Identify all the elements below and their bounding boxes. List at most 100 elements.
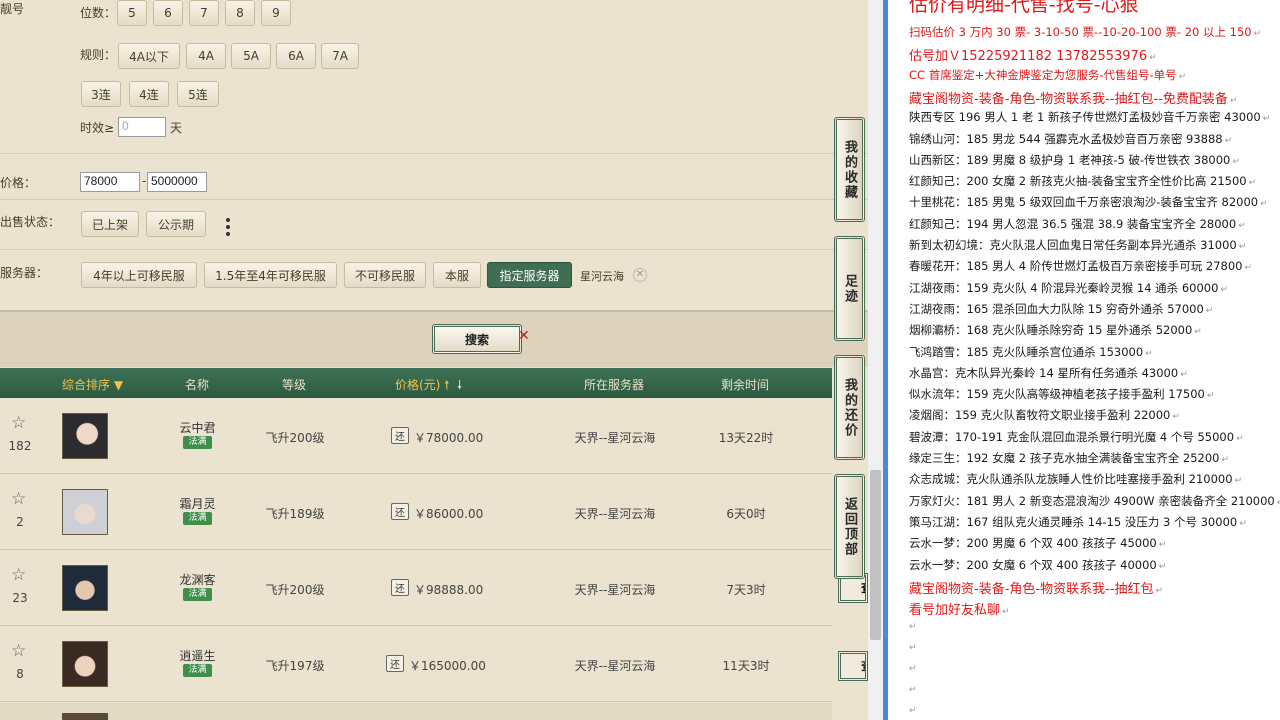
consecutive-4-button[interactable]: 4连 [129, 81, 169, 107]
bargain-icon[interactable]: 还 [391, 503, 409, 520]
note-text: 众志成城：克火队通杀队龙族睡人性价比哇塞接手盈利 210000 [909, 472, 1233, 487]
avatar[interactable] [62, 641, 108, 687]
rule-4a-below-button[interactable]: 4A以下 [118, 43, 180, 69]
note-text: CC 首席鉴定+大神金牌鉴定为您服务-代售组号-单号 [909, 67, 1177, 82]
favorite-star-icon[interactable]: ☆ [11, 413, 26, 433]
character-level: 飞升197级 [265, 659, 325, 673]
server-this-button[interactable]: 本服 [433, 262, 481, 288]
note-text: 新到太初幻境：克火队混人回血鬼日常任务副本异光通杀 31000 [909, 238, 1237, 252]
paragraph-mark-icon: ↵ [1229, 95, 1238, 106]
consecutive-3-button[interactable]: 3连 [81, 81, 121, 107]
avatar[interactable] [62, 565, 108, 611]
validity-label: 时效≥ [80, 121, 115, 135]
table-row[interactable]: ☆ 8 逍遥生 法满 飞升197级 还 ￥165000.00 天界--星河云海 … [0, 627, 868, 702]
note-line: 锦绣山河：185 男龙 544 强霹克水孟极妙音百万亲密 93888 ↵ [909, 131, 1232, 147]
back-to-top-button[interactable]: 返回顶部 [834, 474, 865, 579]
paragraph-mark-icon: ↵ [1244, 263, 1253, 274]
paragraph-mark-icon: ↵ [1180, 369, 1188, 380]
server-specific-button[interactable]: 指定服务器 [487, 262, 572, 288]
paragraph-mark-icon: ↵ [1205, 305, 1214, 316]
rule-7a-button[interactable]: 7A [321, 43, 359, 69]
footprints-button[interactable]: 足迹 [834, 236, 865, 341]
server-value: 天界--星河云海 [574, 507, 656, 521]
digits-7-button[interactable]: 7 [189, 0, 219, 26]
rule-6a-button[interactable]: 6A [276, 43, 316, 69]
note-line: 云水一梦：200 女魔 6 个双 400 孩孩子 40000 ↵ [909, 557, 1166, 573]
character-level: 飞升200级 [265, 583, 325, 597]
time-left: 11天3时 [722, 659, 770, 673]
server-non-migrate-button[interactable]: 不可移民服 [344, 262, 426, 288]
bargain-icon[interactable]: 还 [391, 427, 409, 444]
status-listed-button[interactable]: 已上架 [81, 211, 139, 237]
price-header[interactable]: 价格(元) 🠕 🠗 [395, 376, 462, 397]
time-left: 13天22时 [718, 431, 774, 445]
table-header: 综合排序 ▼ 名称 等级 价格(元) 🠕 🠗 所在服务器 剩余时间 [0, 368, 832, 398]
paragraph-mark-icon: ↵ [1239, 518, 1247, 529]
view-button[interactable]: 查 [838, 651, 868, 681]
favorite-star-icon[interactable]: ☆ [11, 565, 26, 585]
note-line: 缘定三生：192 女魔 2 孩子克水抽全满装备宝宝齐全 25200 ↵ [909, 450, 1229, 466]
sort-header[interactable]: 综合排序 ▼ [62, 376, 123, 393]
notes-panel: 估价有明细-代售-找号-心狠 扫码估价 3 万内 30 票- 3-10-50 票… [888, 0, 1280, 720]
consecutive-5-button[interactable]: 5连 [177, 81, 219, 107]
character-level: 飞升189级 [265, 507, 325, 521]
server-4year-button[interactable]: 4年以上可移民服 [81, 262, 197, 288]
status-badge: 法满 [183, 512, 212, 525]
more-options-icon[interactable] [224, 217, 232, 241]
paragraph-mark-icon: ↵ [1155, 585, 1164, 596]
search-button[interactable]: 搜索 [432, 324, 522, 354]
paragraph-mark-icon: ↵ [1253, 29, 1262, 39]
note-line: 春暖花开：185 男人 4 阶传世燃灯孟极百万亲密接手可玩 27800 ↵ [909, 258, 1252, 274]
server-1-5year-button[interactable]: 1.5年至4年可移民服 [204, 262, 337, 288]
note-text: 云水一梦：200 男魔 6 个双 400 孩孩子 45000 [909, 536, 1157, 551]
close-icon[interactable]: ✕ [518, 328, 530, 344]
avatar[interactable] [62, 489, 108, 535]
digits-8-button[interactable]: 8 [225, 0, 255, 26]
sort-down-arrow-icon[interactable]: 🠗 [457, 378, 462, 392]
scrollbar-thumb[interactable] [870, 470, 881, 640]
paragraph-mark-icon: ↵ [1221, 455, 1230, 465]
note-text: 云水一梦：200 女魔 6 个双 400 孩孩子 40000 [909, 557, 1157, 572]
character-name[interactable]: 逍遥生 [150, 647, 245, 664]
time-header: 剩余时间 [721, 378, 770, 392]
character-name[interactable]: 霜月灵 [150, 495, 245, 512]
my-favorites-button[interactable]: 我的收藏 [834, 117, 865, 222]
validity-input[interactable]: 0 [118, 117, 166, 137]
bargain-icon[interactable]: 还 [391, 579, 409, 596]
bargain-icon[interactable]: 还 [386, 655, 404, 672]
paragraph-mark-icon: ↵ [1262, 114, 1271, 125]
price-max-input[interactable]: 5000000 [147, 172, 207, 192]
digits-6-button[interactable]: 6 [153, 0, 183, 26]
my-bargains-button[interactable]: 我的还价 [834, 355, 865, 460]
note-line: 策马江湖：167 组队克火通灵睡杀 14-15 没压力 3 个号 30000 ↵ [909, 514, 1247, 530]
note-text: 十里桃花：185 男鬼 5 级双回血千万亲密浪淘沙-装备宝宝齐 82000 [909, 195, 1259, 210]
rule-5a-button[interactable]: 5A [231, 43, 271, 69]
table-row[interactable]: ☆ 23 龙渊客 法满 飞升200级 还 ￥98888.00 天界--星河云海 … [0, 551, 832, 626]
sort-up-icon[interactable]: 🠕 [444, 378, 449, 392]
note-text: 山西新区：189 男魔 8 级护身 1 老神孩-5 破-传世铁衣 38000 [909, 152, 1231, 167]
note-line: 凌烟阁：159 克火队畜牧符文职业接手盈利 22000 ↵ [909, 407, 1180, 423]
price-min-input[interactable]: 78000 [80, 172, 140, 192]
note-text: 红颜知己：200 女魔 2 新孩克火抽-装备宝宝齐全性价比高 21500 [909, 174, 1247, 189]
note-text: 碧波潭：170-191 克金队混回血混杀景行明光魔 4 个号 55000 [909, 429, 1235, 444]
note-line: 看号加好友私聊 ↵ [909, 599, 1010, 618]
status-public-button[interactable]: 公示期 [146, 211, 206, 237]
avatar[interactable] [62, 413, 108, 459]
paragraph-mark-icon: ↵ [1260, 199, 1268, 210]
paragraph-mark-icon: ↵ [1172, 412, 1180, 423]
character-name[interactable]: 龙渊客 [150, 571, 245, 588]
paragraph-mark-icon: ↵ [1238, 220, 1246, 231]
note-line: 众志成城：克火队通杀队龙族睡人性价比哇塞接手盈利 210000 ↵ [909, 471, 1242, 487]
digits-5-button[interactable]: 5 [117, 0, 147, 26]
server-label: 服务器： [0, 266, 49, 280]
sale-status-label: 出售状态： [0, 215, 61, 229]
favorite-star-icon[interactable]: ☆ [11, 641, 26, 661]
character-name[interactable]: 云中君 [150, 419, 245, 436]
favorite-star-icon[interactable]: ☆ [11, 489, 26, 509]
digits-9-button[interactable]: 9 [261, 0, 291, 26]
table-row[interactable]: ☆ 2 霜月灵 法满 飞升189级 还 ￥86000.00 天界--星河云海 6… [0, 475, 832, 550]
table-row[interactable]: ☆ 182 云中君 法满 飞升200级 还 ￥78000.00 天界--星河云海… [0, 399, 832, 474]
note-text: 估号加Ｖ15225921182 13782553976 [909, 49, 1148, 65]
clear-server-icon[interactable]: ✕ [633, 268, 647, 282]
rule-4a-button[interactable]: 4A [186, 43, 226, 69]
